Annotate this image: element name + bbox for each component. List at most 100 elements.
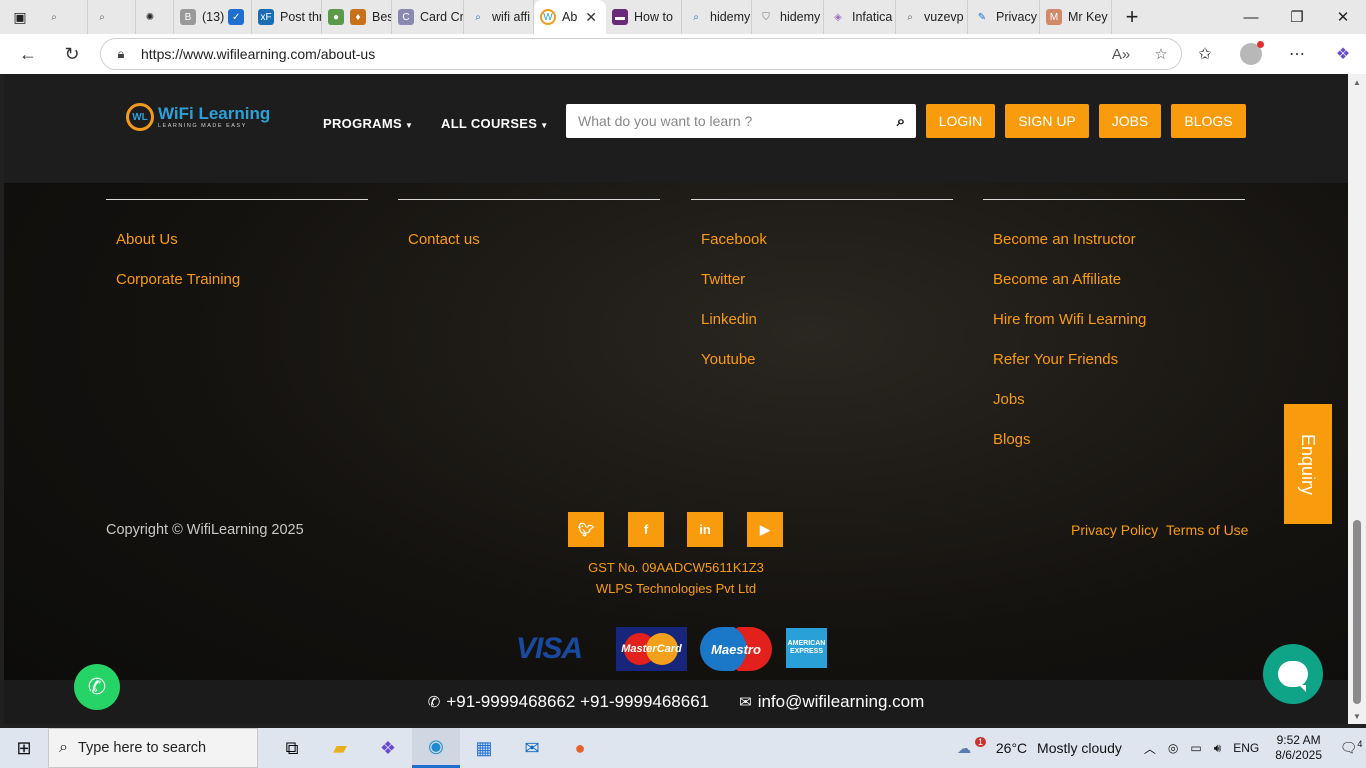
firefox-icon[interactable]: ● — [556, 728, 604, 768]
back-icon[interactable]: ← — [6, 34, 50, 74]
favorite-star-icon[interactable]: ☆ — [1141, 45, 1181, 63]
footer-link-blogs[interactable]: Blogs — [993, 420, 1245, 460]
tab[interactable]: ⌕ vuzevp — [896, 0, 968, 34]
tab[interactable]: M Mr Key — [1040, 0, 1112, 34]
volume-icon[interactable]: 🔊︎ — [1214, 741, 1222, 756]
footer-link-hire[interactable]: Hire from Wifi Learning — [993, 300, 1245, 340]
notification-count: 4 — [1357, 739, 1363, 750]
tab-label: (13) — [202, 10, 225, 24]
footer-link-become-instructor[interactable]: Become an Instructor — [993, 220, 1245, 260]
twitter-icon[interactable]: 🐦︎ — [568, 512, 604, 547]
email-address[interactable]: info@wifilearning.com — [758, 692, 925, 712]
youtube-icon[interactable]: ▶ — [747, 512, 783, 547]
web-page: WL WiFi Learning LEARNING MADE EASY PROG… — [4, 74, 1348, 724]
language-indicator[interactable]: ENG — [1233, 741, 1259, 755]
refresh-icon[interactable]: ↻ — [50, 34, 94, 74]
profile-avatar[interactable] — [1240, 41, 1264, 65]
footer-link-become-affiliate[interactable]: Become an Affiliate — [993, 260, 1245, 300]
tab[interactable]: ⛉ hidemy — [752, 0, 824, 34]
privacy-policy-link[interactable]: Privacy Policy — [1071, 522, 1158, 538]
outlook-icon[interactable]: ✉ — [508, 728, 556, 768]
tab[interactable]: C Card Cr — [392, 0, 464, 34]
gst-number: GST No. 09AADCW5611K1Z3 — [588, 560, 764, 575]
page-scrollbar[interactable]: ▲ ▼ — [1348, 74, 1366, 724]
chevron-up-icon[interactable]: ︿ — [1144, 740, 1156, 757]
footer-link-refer-friends[interactable]: Refer Your Friends — [993, 340, 1245, 380]
footer-link-twitter[interactable]: Twitter — [701, 260, 953, 300]
enquiry-tab[interactable]: Enquiry — [1284, 404, 1332, 524]
tab[interactable]: B (13) ✓ — [174, 0, 252, 34]
minimize-icon[interactable]: — — [1228, 0, 1274, 34]
windows-taskbar: ⊞ ⌕ Type here to search ⧉ ▰ ❖ ◉ ▦ ✉ ● ☁ … — [0, 728, 1366, 768]
footer-link-facebook[interactable]: Facebook — [701, 220, 953, 260]
lock-icon[interactable]: 🔒︎ — [101, 46, 141, 62]
close-tab-icon[interactable]: ✕ — [585, 9, 597, 26]
login-button[interactable]: LOGIN — [926, 104, 995, 138]
notifications-icon[interactable]: 🗨︎4 — [1336, 739, 1366, 757]
blogs-button[interactable]: BLOGS — [1171, 104, 1246, 138]
terms-of-use-link[interactable]: Terms of Use — [1166, 522, 1248, 538]
file-explorer-icon[interactable]: ▰ — [316, 728, 364, 768]
restore-icon[interactable]: ❐ — [1274, 0, 1320, 34]
address-bar[interactable]: 🔒︎ https://www.wifilearning.com/about-us… — [100, 38, 1182, 70]
search-input[interactable] — [566, 105, 886, 137]
nav-programs[interactable]: PROGRAMS ▼ — [323, 116, 413, 131]
signup-button[interactable]: SIGN UP — [1005, 104, 1089, 138]
facebook-icon[interactable]: f — [628, 512, 664, 547]
store-icon[interactable]: ▦ — [460, 728, 508, 768]
jobs-button[interactable]: JOBS — [1099, 104, 1161, 138]
favorites-icon[interactable]: ✩ — [1182, 34, 1228, 74]
copilot-app-icon[interactable]: ❖ — [364, 728, 412, 768]
site-logo[interactable]: WL WiFi Learning LEARNING MADE EASY — [126, 102, 276, 132]
copilot-icon[interactable]: ❖ — [1320, 34, 1366, 74]
tab-active[interactable]: W Ab ✕ — [534, 0, 606, 34]
tab[interactable]: ● ♦ Bes — [322, 0, 392, 34]
phone-numbers[interactable]: +91-9999468662 +91-9999468661 — [446, 692, 709, 712]
scroll-down-icon[interactable]: ▼ — [1348, 708, 1366, 724]
tab-label: Privacy — [996, 10, 1037, 24]
tab[interactable]: xF Post thr — [252, 0, 322, 34]
taskbar-search[interactable]: ⌕ Type here to search — [48, 728, 258, 768]
whatsapp-icon[interactable]: ✆ — [74, 664, 120, 710]
contact-bar: ✆ +91-9999468662 +91-9999468661 ✉ info@w… — [4, 680, 1348, 724]
nav-all-courses[interactable]: ALL COURSES ▼ — [441, 116, 548, 131]
footer-link-about-us[interactable]: About Us — [116, 220, 368, 260]
tab-label: Post thr — [280, 10, 322, 24]
footer-link-corporate-training[interactable]: Corporate Training — [116, 260, 368, 300]
tab-label: vuzevp — [924, 10, 964, 24]
scrollbar-thumb[interactable] — [1353, 520, 1361, 704]
read-aloud-icon[interactable]: A» — [1101, 46, 1141, 63]
url-text[interactable]: https://www.wifilearning.com/about-us — [141, 46, 1101, 62]
chat-widget-button[interactable] — [1263, 644, 1323, 704]
windows-start-icon[interactable]: ⊞ — [0, 728, 48, 768]
weather-widget[interactable]: ☁ 1 26°C Mostly cloudy — [957, 736, 1122, 757]
edge-browser-icon[interactable]: ◉ — [412, 728, 460, 768]
tab[interactable]: ⌕ — [88, 0, 136, 34]
tab-label: Card Cr — [420, 10, 464, 24]
tab[interactable]: ▬ How to — [606, 0, 682, 34]
battery-icon[interactable]: ▭ — [1190, 741, 1201, 755]
footer-link-youtube[interactable]: Youtube — [701, 340, 953, 380]
footer-link-jobs[interactable]: Jobs — [993, 380, 1245, 420]
footer-link-contact-us[interactable]: Contact us — [408, 220, 660, 260]
search-icon[interactable]: ⌕ — [886, 113, 916, 130]
tab-actions-icon[interactable]: ▣ — [0, 0, 40, 34]
camera-icon[interactable]: ◎ — [1168, 741, 1178, 755]
tab[interactable]: ⌕ hidemy — [682, 0, 752, 34]
badge-icon: ♦ — [350, 9, 366, 25]
tab[interactable]: ✎ Privacy — [968, 0, 1040, 34]
task-view-icon[interactable]: ⧉ — [268, 728, 316, 768]
close-window-icon[interactable]: ✕ — [1320, 0, 1366, 34]
tab[interactable]: ◈ Infatica — [824, 0, 896, 34]
footer-link-linkedin[interactable]: Linkedin — [701, 300, 953, 340]
more-menu-icon[interactable]: ⋯ — [1274, 34, 1320, 74]
company-name: WLPS Technologies Pvt Ltd — [595, 581, 757, 596]
new-tab-button[interactable]: + — [1112, 0, 1152, 34]
linkedin-icon[interactable]: in — [687, 512, 723, 547]
system-clock[interactable]: 9:52 AM 8/6/2025 — [1275, 733, 1322, 763]
scroll-up-icon[interactable]: ▲ — [1348, 74, 1366, 90]
tab[interactable]: ✺ — [136, 0, 174, 34]
tab[interactable]: ⌕ wifi affi — [464, 0, 534, 34]
magnifier-icon: ⌕ — [475, 11, 481, 23]
tab[interactable]: ⌕ — [40, 0, 88, 34]
